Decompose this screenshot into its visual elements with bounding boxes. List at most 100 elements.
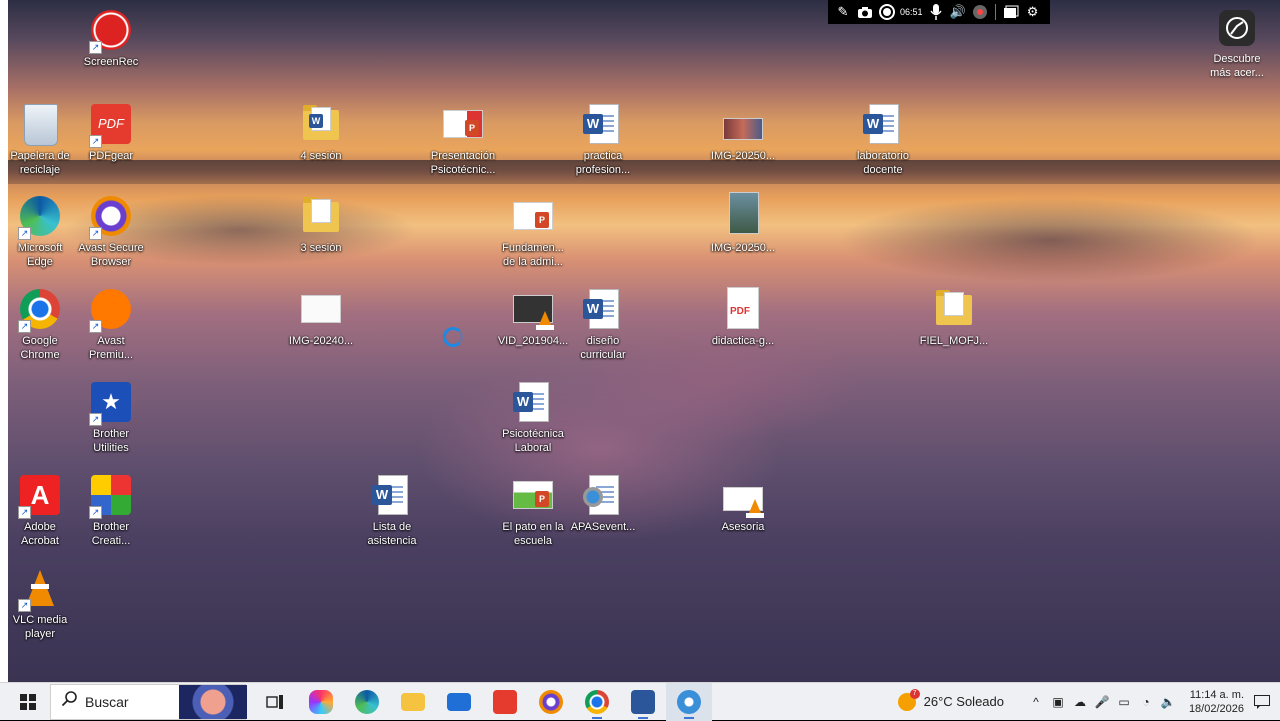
discover-widget[interactable]: Descubre más acer... xyxy=(1205,10,1269,80)
pdfgear-icon xyxy=(493,689,517,714)
desktop-icon-label: Google Chrome xyxy=(20,335,60,361)
windows-logo-icon xyxy=(20,693,36,710)
taskbar-search-box[interactable]: Buscar xyxy=(50,683,247,720)
powerpoint-icon: P xyxy=(535,212,549,228)
desktop-icon-vlc[interactable]: ↗ VLC media player xyxy=(4,564,76,641)
sun-icon: 7 xyxy=(897,688,920,711)
cloud-sync-icon[interactable]: ☁ xyxy=(1072,694,1088,710)
taskbar-file-explorer[interactable] xyxy=(390,683,436,721)
desktop-icon-label: Lista de asistencia xyxy=(367,521,417,547)
taskbar-pdfgear[interactable] xyxy=(482,683,528,721)
recording-timer: 06:51 xyxy=(900,7,923,17)
recorder-app-icon xyxy=(677,689,701,714)
desktop-icon-fundamentos[interactable]: P Fundamen... de la admi... xyxy=(497,192,569,269)
desktop-icon-folder-3-sesion[interactable]: 3 sesión xyxy=(285,192,357,255)
shortcut-arrow-icon: ↗ xyxy=(18,599,31,612)
desktop-icon-avast-premium[interactable]: ↗ Avast Premiu... xyxy=(75,285,147,362)
desktop-icon-laboratorio-docente[interactable]: W laboratorio docente xyxy=(847,100,919,177)
shortcut-arrow-icon: ↗ xyxy=(89,413,102,426)
desktop-icon-pdfgear[interactable]: PDF ↗ PDFgear xyxy=(75,100,147,163)
desktop-icon-label: 3 sesión xyxy=(300,242,342,254)
recycle-bin-icon xyxy=(24,104,58,146)
desktop-icon-adobe-acrobat[interactable]: A ↗ Adobe Acrobat xyxy=(4,471,76,548)
volume-icon[interactable]: 🔈 xyxy=(1160,694,1176,710)
desktop-icon-chrome[interactable]: ↗ Google Chrome xyxy=(4,285,76,362)
taskbar-chrome[interactable] xyxy=(574,683,620,721)
taskbar-avast-browser[interactable] xyxy=(528,683,574,721)
speaker-icon[interactable]: 🔊 xyxy=(949,3,967,21)
weather-widget[interactable]: 7 26°C Soleado xyxy=(897,688,1004,711)
desktop-icon-asesoria[interactable]: Asesoria xyxy=(707,471,779,534)
start-button[interactable] xyxy=(6,683,50,721)
desktop-icon-avast-secure-browser[interactable]: ↗ Avast Secure Browser xyxy=(75,192,147,269)
desktop-icon-edge[interactable]: ↗ Microsoft Edge xyxy=(4,192,76,269)
taskbar-task-view[interactable] xyxy=(252,683,298,721)
chevron-up-icon[interactable]: ^ xyxy=(1028,694,1044,710)
desktop-icon-label: Brother Utilities xyxy=(92,428,130,454)
taskbar-edge[interactable] xyxy=(344,683,390,721)
desktop-icon-label: didactica-g... xyxy=(711,335,775,347)
shortcut-arrow-icon: ↗ xyxy=(18,506,31,519)
desktop-icon-psicotecnica-laboral[interactable]: W Psicotécnica Laboral xyxy=(497,378,569,455)
toolbar-divider xyxy=(994,4,996,20)
word-icon: W xyxy=(583,114,603,134)
desktop-icon-img-2025-b[interactable]: IMG-20250... xyxy=(707,192,779,255)
wifi-icon[interactable]: ◔ xyxy=(1138,694,1154,710)
pen-icon[interactable]: ✎ xyxy=(834,3,852,21)
record-stop-icon[interactable] xyxy=(878,3,896,21)
weather-text: 26°C Soleado xyxy=(923,694,1004,709)
clock-date: 18/02/2026 xyxy=(1188,702,1244,715)
desktop-icon-didactica[interactable]: PDF didactica-g... xyxy=(707,285,779,348)
vlc-badge-icon xyxy=(536,311,554,330)
battery-icon[interactable]: ▭ xyxy=(1116,694,1132,710)
desktop-icon-el-pato[interactable]: P El pato en la escuela xyxy=(497,471,569,548)
microphone-icon[interactable] xyxy=(927,3,945,21)
taskbar-copilot[interactable] xyxy=(298,683,344,721)
window-select-icon[interactable] xyxy=(1002,3,1020,21)
desktop-icon-label: IMG-20250... xyxy=(710,242,776,254)
desktop-icon-label: PDFgear xyxy=(88,150,134,162)
gear-icon[interactable]: ⚙ xyxy=(1024,3,1042,21)
desktop-icon-presentacion[interactable]: P Presentación Psicotécnic... xyxy=(427,100,499,177)
desktop-icon-recycle-bin[interactable]: Papelera de reciclaje xyxy=(4,100,76,177)
desktop-icon-diseno-curricular[interactable]: W diseño curricular xyxy=(567,285,639,362)
desktop-icon-label: El pato en la escuela xyxy=(502,521,564,547)
usb-device-icon[interactable]: ▣ xyxy=(1050,694,1066,710)
desktop-icon-label: ScreenRec xyxy=(83,56,139,68)
desktop-icon-apasevent[interactable]: APASevent... xyxy=(567,471,639,534)
desktop-icon-img-2025-a[interactable]: IMG-20250... xyxy=(707,100,779,163)
desktop-icon-brother-utilities[interactable]: ★ ↗ Brother Utilities xyxy=(75,378,147,455)
powerpoint-icon: P xyxy=(535,491,549,507)
desktop-icon-lista-asistencia[interactable]: W Lista de asistencia xyxy=(356,471,428,548)
desktop-icon-practica-profesional[interactable]: W practica profesion... xyxy=(567,100,639,177)
camera-icon[interactable] xyxy=(856,3,874,21)
desktop-icon-label: VID_201904... xyxy=(497,335,569,347)
desktop-icon-label: Microsoft Edge xyxy=(17,242,63,268)
word-icon: W xyxy=(372,485,392,505)
desktop-icon-label: practica profesion... xyxy=(575,150,631,176)
desktop-icon-label: Psicotécnica Laboral xyxy=(502,428,564,454)
word-icon: W xyxy=(863,114,883,134)
webcam-icon[interactable] xyxy=(971,3,989,21)
search-placeholder: Buscar xyxy=(85,693,129,710)
taskbar-mail[interactable] xyxy=(436,683,482,721)
clock-time: 11:14 a. m. xyxy=(1189,688,1244,701)
taskbar-clock[interactable]: 11:14 a. m. 18/02/2026 xyxy=(1184,688,1244,716)
taskbar-word[interactable] xyxy=(620,683,666,721)
desktop-icon-screenrec[interactable]: ↗ ScreenRec xyxy=(75,6,147,69)
desktop-icon-fiel-mofj[interactable]: FIEL_MOFJ... xyxy=(918,285,990,348)
edge-icon xyxy=(355,689,379,714)
microphone-icon[interactable]: 🎤 xyxy=(1094,694,1110,710)
desktop-icon-label: Presentación Psicotécnic... xyxy=(430,150,496,176)
image-thumbnail-icon xyxy=(723,118,763,140)
taskbar-screen-recorder[interactable] xyxy=(666,682,712,721)
desktop-icon-vid-2019[interactable]: VID_201904... xyxy=(497,285,569,348)
shortcut-arrow-icon: ↗ xyxy=(89,227,102,240)
notification-button[interactable] xyxy=(1244,694,1280,709)
weather-badge: 7 xyxy=(909,688,920,699)
desktop-icon-folder-4-sesion[interactable]: W 4 sesión xyxy=(285,100,357,163)
desktop-icon-img-2024[interactable]: IMG-20240... xyxy=(285,285,357,348)
desktop-icon-brother-creative[interactable]: ↗ Brother Creati... xyxy=(75,471,147,548)
shortcut-arrow-icon: ↗ xyxy=(89,41,102,54)
desktop-icon-label: VLC media player xyxy=(12,614,68,640)
